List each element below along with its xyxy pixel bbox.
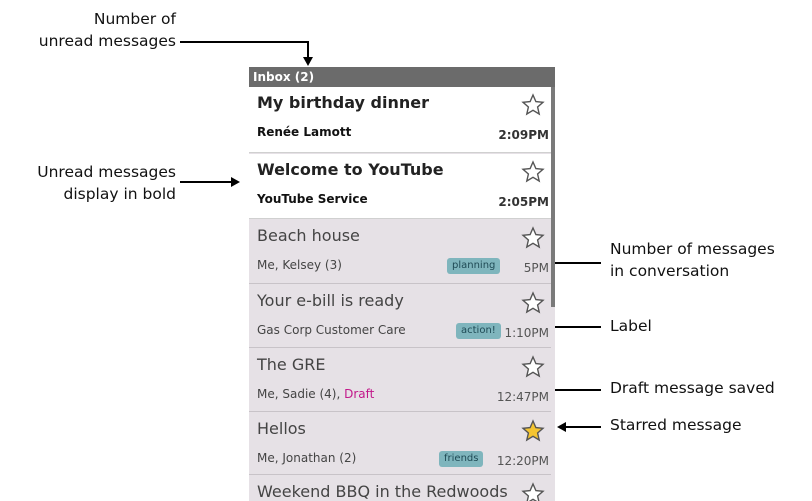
- star-icon[interactable]: [521, 93, 545, 117]
- message-row[interactable]: Your e-bill is ready Gas Corp Customer C…: [249, 285, 551, 348]
- message-row[interactable]: Welcome to YouTube YouTube Service 2:05P…: [249, 154, 551, 219]
- scrollbar[interactable]: [551, 87, 555, 307]
- message-row[interactable]: My birthday dinner Renée Lamott 2:09PM: [249, 87, 551, 153]
- message-time: 5PM: [523, 261, 549, 275]
- callout-line-starred: [565, 426, 601, 428]
- message-subject: Beach house: [257, 226, 360, 245]
- callout-conversation-count: Number of messages in conversation: [610, 238, 775, 282]
- draft-indicator: Draft: [344, 387, 375, 401]
- callout-line-bold: [180, 181, 232, 183]
- message-sender: YouTube Service: [257, 192, 368, 206]
- message-subject: Hellos: [257, 419, 306, 438]
- star-icon[interactable]: [521, 355, 545, 379]
- label-chip[interactable]: action!: [456, 323, 501, 339]
- message-subject: My birthday dinner: [257, 93, 430, 112]
- message-subject: Your e-bill is ready: [257, 291, 404, 310]
- inbox-header: Inbox (2): [249, 67, 555, 87]
- callout-arrow-bold: [231, 177, 240, 187]
- starred-star-icon[interactable]: [521, 419, 545, 443]
- message-sender-names: Me, Sadie (4),: [257, 387, 341, 401]
- message-sender: Me, Sadie (4), Draft: [257, 387, 374, 401]
- message-row[interactable]: Weekend BBQ in the Redwoods: [249, 476, 551, 501]
- message-sender: Gas Corp Customer Care: [257, 323, 406, 337]
- message-row[interactable]: Hellos Me, Jonathan (2) friends 12:20PM: [249, 413, 551, 475]
- callout-unread-count-line2: unread messages: [38, 32, 176, 50]
- message-subject: Welcome to YouTube: [257, 160, 444, 179]
- callout-bold-unread-line2: display in bold: [63, 185, 177, 203]
- message-time: 2:09PM: [498, 128, 549, 142]
- message-time: 2:05PM: [498, 195, 549, 209]
- callout-draft: Draft message saved: [610, 379, 775, 397]
- label-chip[interactable]: planning: [447, 258, 501, 274]
- callout-bold-unread: Unread messages display in bold: [0, 161, 176, 205]
- callout-conv-line1: Number of messages: [610, 240, 775, 258]
- message-time: 12:20PM: [496, 454, 549, 468]
- message-subject: Weekend BBQ in the Redwoods: [257, 482, 508, 501]
- inbox-screen: Inbox (2) My birthday dinner Renée Lamot…: [249, 67, 555, 501]
- message-time: 12:47PM: [496, 390, 549, 404]
- callout-line-unread-h: [180, 41, 308, 43]
- message-row[interactable]: The GRE Me, Sadie (4), Draft 12:47PM: [249, 349, 551, 412]
- message-sender: Me, Kelsey (3): [257, 258, 342, 272]
- callout-bold-unread-line1: Unread messages: [37, 163, 176, 181]
- label-chip[interactable]: friends: [439, 451, 484, 467]
- message-sender: Me, Jonathan (2): [257, 451, 357, 465]
- message-row[interactable]: Beach house Me, Kelsey (3) planning 5PM: [249, 220, 551, 284]
- callout-label: Label: [610, 317, 652, 335]
- callout-arrow-unread: [303, 57, 313, 66]
- callout-arrow-starred: [557, 422, 566, 432]
- star-icon[interactable]: [521, 482, 545, 501]
- callout-unread-count: Number of unread messages: [0, 8, 176, 52]
- callout-starred: Starred message: [610, 416, 742, 434]
- star-icon[interactable]: [521, 226, 545, 250]
- callout-conv-line2: in conversation: [610, 262, 730, 280]
- message-time: 1:10PM: [504, 326, 549, 340]
- message-sender: Renée Lamott: [257, 125, 352, 139]
- callout-unread-count-line1: Number of: [93, 10, 176, 28]
- star-icon[interactable]: [521, 291, 545, 315]
- message-subject: The GRE: [257, 355, 326, 374]
- star-icon[interactable]: [521, 160, 545, 184]
